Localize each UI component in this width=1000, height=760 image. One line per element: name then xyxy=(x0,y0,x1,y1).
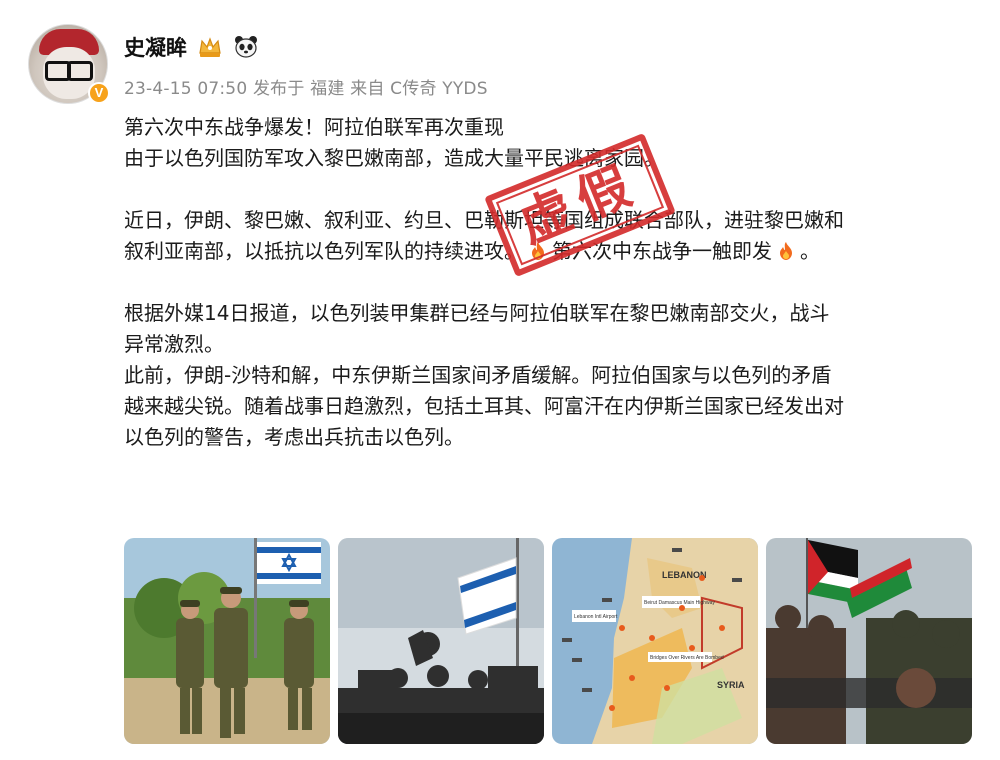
post-time[interactable]: 23-4-15 07:50 xyxy=(124,79,247,99)
fire-emoji-icon xyxy=(780,242,792,260)
post-location: 发布于 福建 xyxy=(252,79,345,99)
username-row: 史凝眸 xyxy=(124,32,259,62)
username[interactable]: 史凝眸 xyxy=(124,32,187,62)
soldiers-image xyxy=(124,538,330,744)
protest-image xyxy=(766,538,972,744)
post-line: 越来越尖锐。随着战事日趋激烈，包括土耳其、阿富汗在内伊斯兰国家已经发出对 xyxy=(124,394,844,418)
user-avatar[interactable]: V xyxy=(28,24,110,106)
post-line: 第六次中东战争爆发！阿拉伯联军再次重现 xyxy=(124,115,504,139)
panda-icon[interactable] xyxy=(233,35,259,59)
map-label-bridges: Bridges Over Rivers Are Bombed xyxy=(650,655,724,661)
post-line-text: 。 xyxy=(800,239,820,263)
map-image: LEBANON SYRIA Beirut Damascus Main Highw… xyxy=(552,538,758,744)
map-label-syria: SYRIA xyxy=(717,680,745,690)
post-image-protest[interactable] xyxy=(766,538,972,744)
post-source[interactable]: 来自 C传奇 YYDS xyxy=(350,79,488,99)
post-line-text: 叙利亚南部，以抵抗以色列军队的持续进攻。 xyxy=(124,239,524,263)
tanks-image xyxy=(338,538,544,744)
post-image-tanks[interactable] xyxy=(338,538,544,744)
post-line: 以色列的警告，考虑出兵抗击以色列。 xyxy=(124,425,464,449)
verified-badge-icon: V xyxy=(88,82,110,104)
crown-badge-icon[interactable] xyxy=(197,35,223,59)
avatar-glasses xyxy=(45,61,93,81)
post-line: 此前，伊朗-沙特和解，中东伊斯兰国家间矛盾缓解。阿拉伯国家与以色列的矛盾 xyxy=(124,363,832,387)
post-line: 根据外媒14日报道，以色列装甲集群已经与阿拉伯联军在黎巴嫩南部交火，战斗 xyxy=(124,301,830,325)
post-meta: 23-4-15 07:50 发布于 福建 来自 C传奇 YYDS xyxy=(124,74,488,99)
image-gallery: LEBANON SYRIA Beirut Damascus Main Highw… xyxy=(124,538,972,744)
post-line: 异常激烈。 xyxy=(124,332,224,356)
map-label-highway: Beirut Damascus Main Highway xyxy=(644,600,715,606)
map-label-airport: Lebanon Intl Airport xyxy=(574,614,618,620)
post-content: 第六次中东战争爆发！阿拉伯联军再次重现 由于以色列国防军攻入黎巴嫩南部，造成大量… xyxy=(124,112,980,453)
post-image-map[interactable]: LEBANON SYRIA Beirut Damascus Main Highw… xyxy=(552,538,758,744)
post-image-soldiers[interactable] xyxy=(124,538,330,744)
